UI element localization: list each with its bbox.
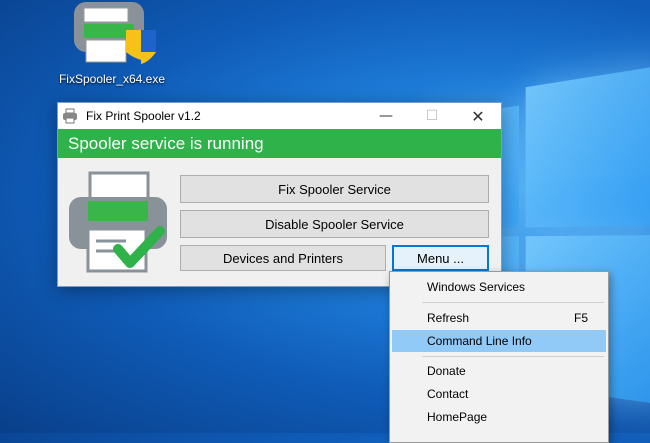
app-printer-icon — [63, 108, 77, 124]
menu-item-windows-services[interactable]: Windows Services — [392, 276, 606, 298]
desktop-icon-fixspooler[interactable]: FixSpooler_x64.exe — [58, 0, 166, 86]
shield-icon — [126, 30, 156, 64]
devices-printers-button[interactable]: Devices and Printers — [180, 245, 386, 271]
menu-item-label: Command Line Info — [427, 334, 532, 348]
menu-item-donate[interactable]: Donate — [392, 360, 606, 382]
menu-item-label: Refresh — [427, 311, 470, 325]
fix-print-spooler-window: Fix Print Spooler v1.2 — ☐ ✕ Spooler ser… — [57, 102, 502, 287]
menu-item-refresh[interactable]: Refresh F5 — [392, 307, 606, 329]
disable-spooler-button[interactable]: Disable Spooler Service — [180, 210, 489, 238]
title-bar[interactable]: Fix Print Spooler v1.2 — ☐ ✕ — [58, 103, 501, 129]
menu-separator — [422, 356, 604, 357]
close-button[interactable]: ✕ — [455, 103, 501, 129]
window-title: Fix Print Spooler v1.2 — [86, 109, 201, 123]
menu-item-homepage[interactable]: HomePage — [392, 406, 606, 428]
menu-item-label: Contact — [427, 387, 469, 401]
printer-check-icon — [69, 171, 167, 273]
status-banner: Spooler service is running — [58, 129, 501, 158]
menu-item-contact[interactable]: Contact — [392, 383, 606, 405]
menu-item-command-line-info[interactable]: Command Line Info — [392, 330, 606, 352]
printer-shield-icon — [74, 2, 156, 64]
menu-item-label: Donate — [427, 364, 466, 378]
minimize-button[interactable]: — — [363, 103, 409, 129]
menu-button[interactable]: Menu ... — [392, 245, 489, 271]
context-menu: Windows Services Refresh F5 Command Line… — [389, 271, 609, 443]
menu-item-label: HomePage — [427, 410, 488, 424]
maximize-button[interactable]: ☐ — [409, 103, 455, 129]
desktop-icon-label: FixSpooler_x64.exe — [58, 72, 166, 86]
menu-item-label: Windows Services — [427, 280, 526, 294]
menu-item-shortcut: F5 — [573, 311, 588, 325]
menu-separator — [422, 302, 604, 303]
fix-spooler-button[interactable]: Fix Spooler Service — [180, 175, 489, 203]
